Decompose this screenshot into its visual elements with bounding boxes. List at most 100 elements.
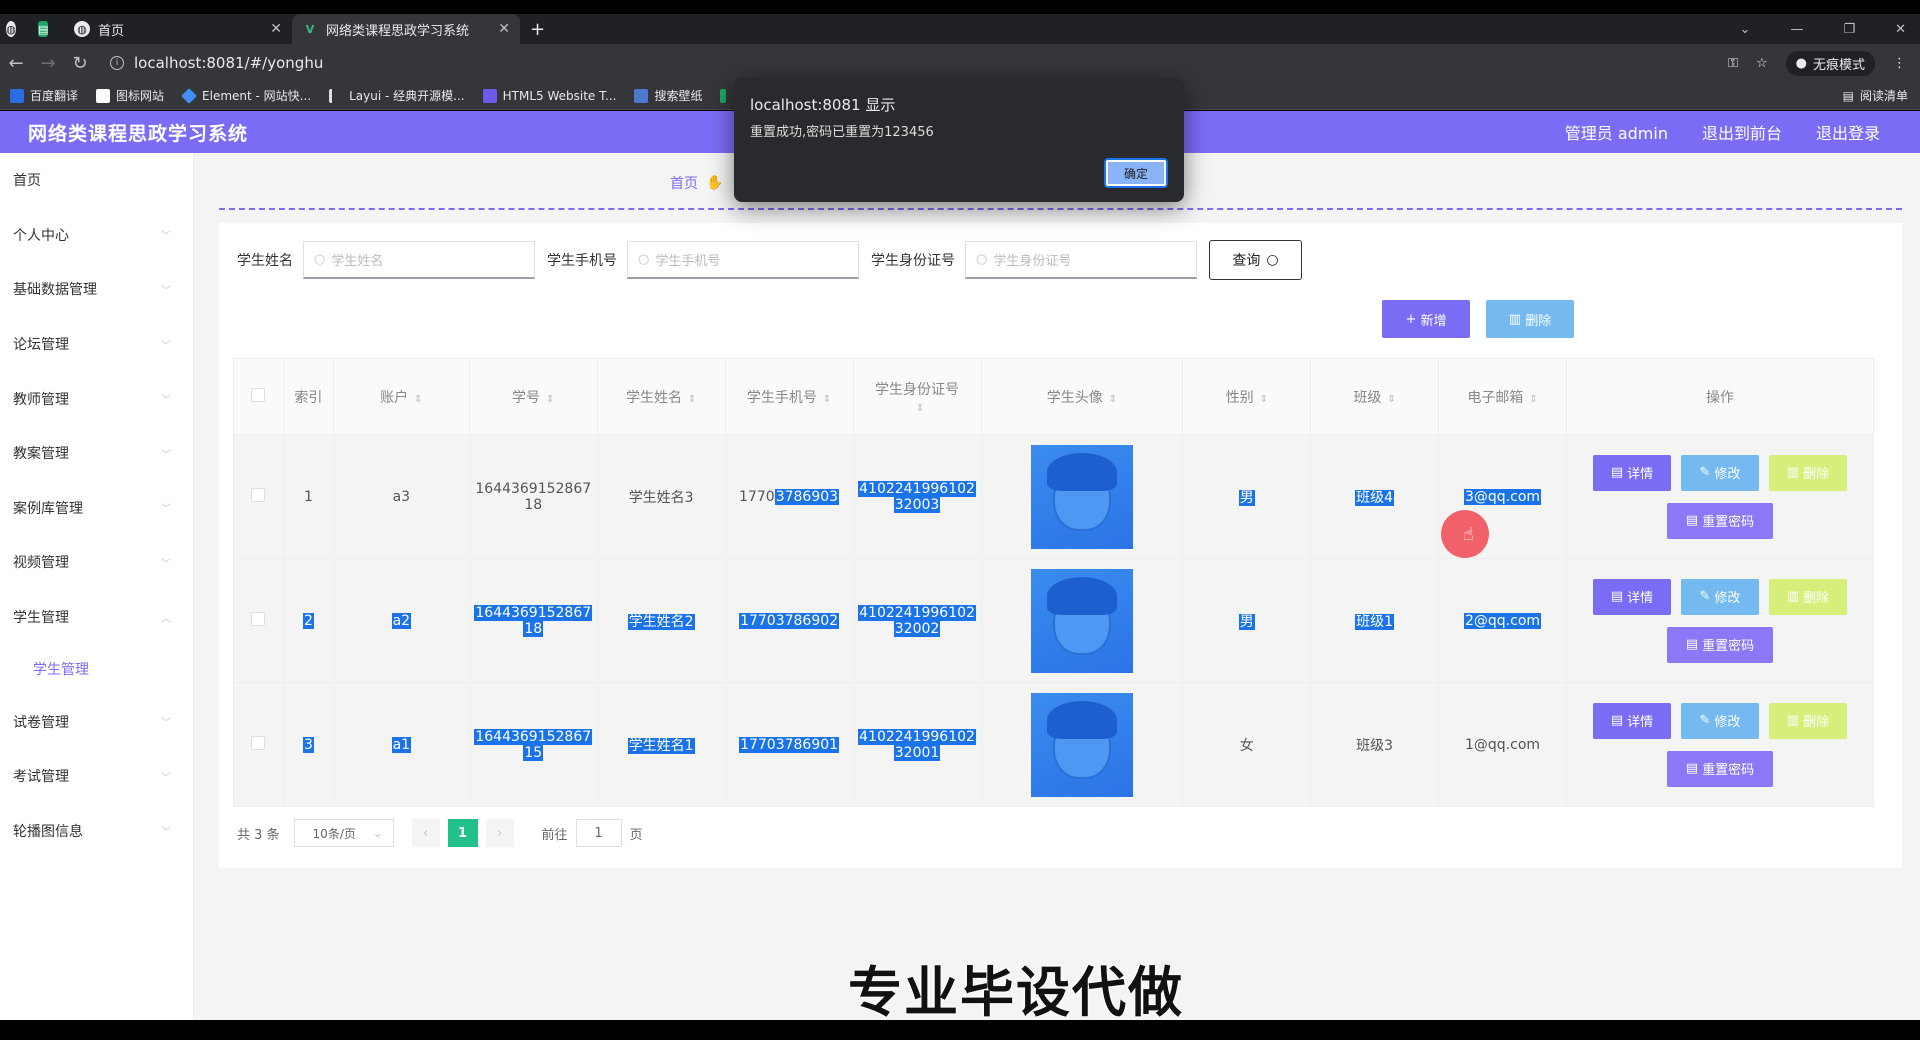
edit-button[interactable]: ✎ 修改 [1680, 578, 1759, 615]
bookmark-item[interactable]: 图标网站 [96, 87, 164, 104]
col-id-no[interactable]: 学生身份证号 ⇕ [852, 358, 982, 435]
sort-icon[interactable]: ⇕ [414, 394, 422, 405]
sidebar-item-video[interactable]: 视频管理 ﹀ [0, 535, 193, 590]
row-checkbox[interactable] [251, 611, 266, 626]
bookmark-item[interactable]: 搜索壁纸 [634, 87, 702, 104]
window-close-icon[interactable]: ✕ [1895, 22, 1906, 37]
col-account[interactable]: 账户 ⇕ [332, 358, 470, 435]
address-bar[interactable]: i localhost:8081/#/yonghu [110, 49, 323, 77]
bookmark-item[interactable]: 百度翻译 [10, 87, 78, 104]
goto-input[interactable]: 1 [575, 819, 622, 847]
breadcrumb-home[interactable]: 首页 [670, 173, 698, 193]
table-header: 索引 账户 ⇕ 学号 ⇕ 学生姓名 ⇕ 学生手机号 ⇕ 学生身份证号 ⇕ 学生头像 ⇕ 性别… [233, 358, 1875, 435]
sort-icon[interactable]: ⇕ [1260, 394, 1268, 405]
col-student-no[interactable]: 学号 ⇕ [468, 358, 598, 435]
cell-gender: 男 [1182, 434, 1312, 559]
minimize-icon[interactable]: — [1790, 22, 1803, 37]
sidebar-item-exam[interactable]: 考试管理 ﹀ [0, 749, 193, 804]
col-name[interactable]: 学生姓名 ⇕ [596, 358, 726, 435]
bookmark-item[interactable]: Element - 网站快... [181, 87, 311, 104]
sidebar-item-teacher[interactable]: 教师管理 ﹀ [0, 371, 193, 426]
reading-list[interactable]: ▤ 阅读清单 [1843, 87, 1908, 104]
col-index: 索引 [282, 358, 334, 435]
reload-icon[interactable]: ↻ [64, 53, 96, 74]
bookmark-item[interactable]: Layui - 经典开源模... [329, 87, 465, 104]
back-icon[interactable]: ← [0, 53, 32, 74]
bookmark-item[interactable]: HTML5 Website T... [482, 88, 616, 103]
sidebar-item-case-library[interactable]: 案例库管理 ﹀ [0, 481, 193, 536]
delete-button[interactable]: ▥ 删除 [1768, 578, 1847, 615]
menu-icon[interactable]: ⋮ [1893, 56, 1906, 71]
dialog-ok-button[interactable]: 确定 [1104, 158, 1168, 188]
forward-icon[interactable]: → [32, 53, 64, 74]
incognito-badge[interactable]: ● 无痕模式 [1785, 50, 1875, 76]
add-button[interactable]: + 新增 [1382, 300, 1470, 338]
sort-icon[interactable]: ⇕ [1529, 394, 1537, 405]
query-button[interactable]: 查询 ○ [1209, 240, 1302, 280]
sidebar-item-student[interactable]: 学生管理 ︿ [0, 590, 193, 645]
close-icon[interactable]: ✕ [270, 21, 282, 37]
col-email[interactable]: 电子邮箱 ⇕ [1438, 358, 1567, 435]
tab-home[interactable]: ◍ 首页 ✕ [64, 14, 292, 44]
col-gender[interactable]: 性别 ⇕ [1182, 358, 1312, 435]
row-checkbox[interactable] [251, 487, 266, 502]
avatar[interactable] [1030, 692, 1133, 797]
tab-pinned-globe[interactable]: ◍ [0, 14, 30, 44]
sidebar-subitem-student-manage[interactable]: 学生管理 [0, 644, 193, 694]
close-icon[interactable]: ✕ [498, 21, 510, 37]
sidebar-item-home[interactable]: 首页 [0, 153, 193, 208]
bookmark-item-more[interactable] [720, 88, 732, 103]
sort-icon[interactable]: ⇕ [1109, 394, 1117, 405]
col-phone[interactable]: 学生手机号 ⇕ [724, 358, 854, 435]
search-id-input[interactable]: ○ 学生身份证号 [965, 241, 1197, 279]
sort-icon[interactable]: ⇕ [916, 403, 924, 414]
col-class[interactable]: 班级 ⇕ [1310, 358, 1440, 435]
edit-button[interactable]: ✎ 修改 [1680, 454, 1759, 491]
row-checkbox[interactable] [251, 735, 266, 750]
detail-button[interactable]: ▤ 详情 [1592, 702, 1671, 739]
delete-button[interactable]: ▥ 删除 [1768, 454, 1847, 491]
student-table: 索引 账户 ⇕ 学号 ⇕ 学生姓名 ⇕ 学生手机号 ⇕ 学生身份证号 ⇕ 学生头像 ⇕ 性别… [233, 358, 1875, 807]
cell-student-no: 1644369152867 15 [468, 682, 598, 807]
row-select-cell [233, 682, 284, 807]
sort-icon[interactable]: ⇕ [688, 394, 696, 405]
edit-button[interactable]: ✎ 修改 [1680, 702, 1759, 739]
logout-link[interactable]: 退出登录 [1816, 120, 1880, 144]
tab-pinned-green[interactable]: ▤ [30, 14, 64, 44]
page-size-select[interactable]: 10条/页 ⌄ [293, 819, 394, 847]
delete-button[interactable]: ▥ 删除 [1768, 702, 1847, 739]
tab-search-icon[interactable]: ⌄ [1740, 22, 1751, 37]
sidebar-item-basic-data[interactable]: 基础数据管理 ﹀ [0, 262, 193, 317]
avatar[interactable] [1030, 444, 1133, 549]
restore-icon[interactable]: ❐ [1843, 22, 1855, 37]
search-name-input[interactable]: ○ 学生姓名 [303, 241, 535, 279]
sort-icon[interactable]: ⇕ [1387, 394, 1395, 405]
page-number-active[interactable]: 1 [447, 819, 478, 847]
sort-icon[interactable]: ⇕ [546, 394, 554, 405]
prev-page-button[interactable]: ‹ [411, 819, 440, 847]
reset-password-button[interactable]: ▤ 重置密码 [1666, 750, 1773, 787]
back-to-front-link[interactable]: 退出到前台 [1702, 120, 1782, 144]
reset-password-button[interactable]: ▤ 重置密码 [1666, 626, 1773, 663]
reset-password-button[interactable]: ▤ 重置密码 [1666, 502, 1773, 539]
col-avatar[interactable]: 学生头像 ⇕ [980, 358, 1184, 435]
avatar[interactable] [1030, 568, 1133, 673]
sidebar-item-forum[interactable]: 论坛管理 ﹀ [0, 317, 193, 372]
star-icon[interactable]: ☆ [1756, 56, 1768, 71]
sidebar-item-exam-paper[interactable]: 试卷管理 ﹀ [0, 694, 193, 749]
sidebar-item-lesson-plan[interactable]: 教案管理 ﹀ [0, 426, 193, 481]
search-phone-input[interactable]: ○ 学生手机号 [627, 241, 859, 279]
tab-app[interactable]: V 网络类课程思政学习系统 ✕ [292, 14, 520, 44]
sort-icon[interactable]: ⇕ [823, 394, 831, 405]
info-icon[interactable]: i [110, 56, 124, 70]
select-all-checkbox[interactable] [251, 387, 266, 402]
sidebar-item-carousel[interactable]: 轮播图信息 ﹀ [0, 804, 193, 859]
key-icon[interactable]: ⚿ [1728, 56, 1738, 71]
next-page-button[interactable]: › [485, 819, 514, 847]
detail-button[interactable]: ▤ 详情 [1592, 454, 1671, 491]
sidebar-item-profile[interactable]: 个人中心 ﹀ [0, 208, 193, 263]
batch-delete-button[interactable]: ▥ 删除 [1486, 300, 1574, 338]
cell-text-selected: 2@qq.com [1464, 612, 1542, 629]
detail-button[interactable]: ▤ 详情 [1592, 578, 1671, 615]
new-tab-button[interactable]: + [520, 14, 555, 44]
